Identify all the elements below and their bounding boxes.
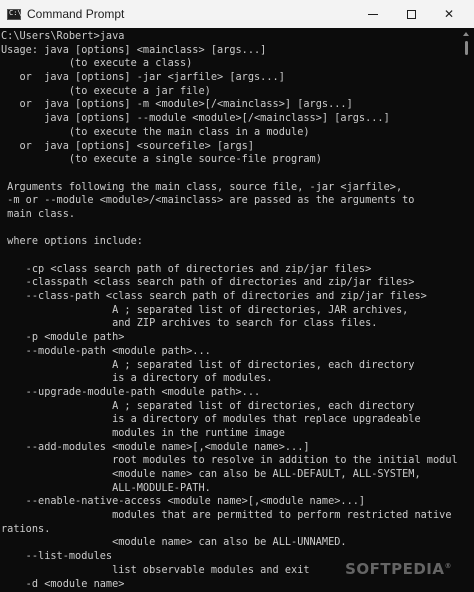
terminal-line: --class-path <class search path of direc… (1, 290, 427, 303)
close-icon: ✕ (443, 7, 455, 21)
terminal-line: modules in the runtime image (1, 426, 285, 439)
terminal-line: -cp <class search path of directories an… (1, 262, 372, 275)
terminal-line: --list-modules (1, 550, 113, 563)
terminal-line: Arguments following the main class, sour… (1, 180, 403, 193)
terminal-line: (to execute a single source-file program… (1, 153, 322, 166)
softpedia-watermark: SOFTPEDIA® (345, 560, 452, 578)
terminal-line: main class. (1, 207, 76, 220)
terminal-line: A ; separated list of directories, each … (1, 358, 415, 371)
close-button[interactable]: ✕ (430, 0, 468, 28)
terminal-line: list observable modules and exit (1, 563, 310, 576)
command-prompt-window: C:\ Command Prompt ✕ C:\Users\Robert>jav… (0, 0, 474, 592)
terminal-line: ALL-MODULE-PATH. (1, 481, 211, 494)
terminal-line: -classpath <class search path of directo… (1, 276, 415, 289)
terminal-line: or java [options] <sourcefile> [args] (1, 139, 255, 152)
terminal-line: --module-path <module path>... (1, 344, 211, 357)
terminal-line: -p <module path> (1, 331, 125, 344)
cmd-icon-glyph: C:\ (9, 8, 22, 17)
minimize-button[interactable] (354, 0, 392, 28)
terminal-line: <module name> can also be ALL-DEFAULT, A… (1, 468, 421, 480)
terminal-line: where options include: (1, 235, 143, 248)
maximize-icon (406, 9, 416, 19)
terminal-line: --enable-native-access <module name>[,<m… (1, 495, 366, 508)
terminal-line: -m or --module <module>/<mainclass> are … (1, 194, 415, 207)
terminal-line: and ZIP archives to search for class fil… (1, 317, 378, 330)
terminal-line: (to execute the main class in a module) (1, 125, 310, 138)
terminal-line: or java [options] -jar <jarfile> [args..… (1, 71, 285, 84)
watermark-text: SOFTPEDIA (345, 560, 445, 578)
window-title: Command Prompt (27, 7, 125, 21)
terminal-line: Usage: java [options] <mainclass> [args.… (1, 43, 267, 56)
terminal-output[interactable]: C:\Users\Robert>java Usage: java [option… (0, 28, 458, 592)
minimize-icon (368, 13, 378, 15)
watermark-mark: ® (444, 562, 452, 570)
terminal-line: A ; separated list of directories, JAR a… (1, 303, 409, 316)
maximize-button[interactable] (392, 0, 430, 28)
terminal-line: or java [options] -m <module>[/<mainclas… (1, 98, 353, 111)
title-bar[interactable]: C:\ Command Prompt ✕ (0, 0, 474, 28)
terminal-line: root modules to resolve in addition to t… (1, 454, 458, 467)
terminal-line: modules that are permitted to perform re… (1, 509, 458, 522)
terminal-line: <module name> can also be ALL-UNNAMED. (1, 536, 347, 549)
terminal-line: --add-modules <module name>[,<module nam… (1, 440, 310, 453)
terminal-line: (to execute a class) (1, 57, 193, 70)
terminal-line: --upgrade-module-path <module path>... (1, 385, 261, 398)
terminal-line: rations. (1, 522, 51, 535)
terminal-line: (to execute a jar file) (1, 84, 211, 97)
terminal-line: is a directory of modules. (1, 372, 273, 385)
terminal-line: C:\Users\Robert>java (1, 30, 125, 42)
terminal-text: C:\Users\Robert>java Usage: java [option… (0, 28, 458, 592)
terminal-line: is a directory of modules that replace u… (1, 413, 421, 426)
scroll-up-arrow-icon[interactable] (463, 32, 469, 36)
terminal-line: A ; separated list of directories, each … (1, 399, 415, 412)
terminal-line: -d <module name> (1, 577, 125, 590)
cmd-icon: C:\ (7, 8, 22, 20)
scroll-thumb[interactable] (465, 41, 468, 55)
terminal-line: java [options] --module <module>[/<mainc… (1, 112, 390, 125)
vertical-scrollbar[interactable] (458, 28, 474, 592)
